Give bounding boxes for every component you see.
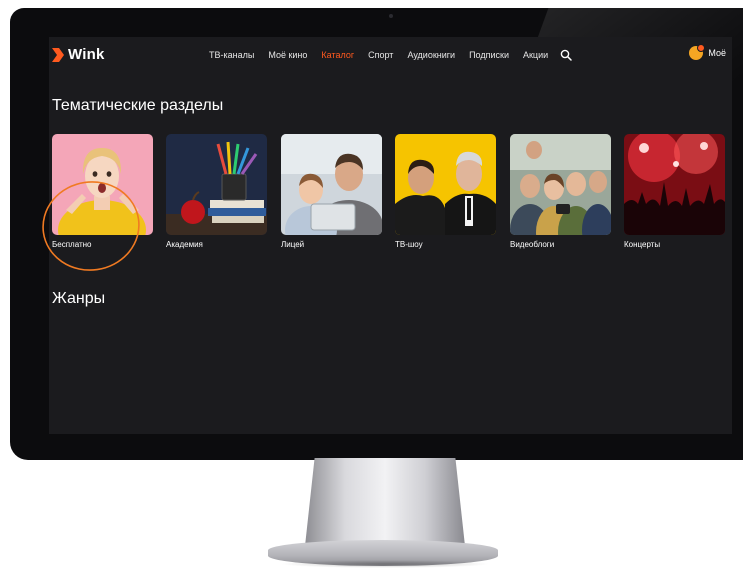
nav-item-catalog[interactable]: Каталог <box>321 50 354 60</box>
card-videoblogs[interactable]: Видеоблоги <box>510 134 611 249</box>
card-lyceum-label: Лицей <box>281 240 305 249</box>
wink-logo[interactable]: Wink <box>52 46 105 63</box>
monitor-scene: Wink ТВ-каналы Моё кино Каталог Спорт Ау… <box>0 0 743 570</box>
monitor-stand-neck <box>305 458 465 546</box>
main-nav: ТВ-каналы Моё кино Каталог Спорт Аудиокн… <box>209 49 572 61</box>
card-academy-label: Академия <box>166 240 203 249</box>
card-academy[interactable]: Академия <box>166 134 267 249</box>
search-icon[interactable] <box>560 49 572 61</box>
card-free[interactable]: Бесплатно <box>52 134 153 249</box>
card-tv-show-label: ТВ-шоу <box>395 240 423 249</box>
logo-text: Wink <box>68 46 105 63</box>
card-lyceum-thumbnail <box>281 134 382 235</box>
nav-item-my-movies[interactable]: Моё кино <box>268 50 307 60</box>
card-videoblogs-label: Видеоблоги <box>510 240 555 249</box>
nav-item-audiobooks[interactable]: Аудиокниги <box>407 50 455 60</box>
avatar <box>689 44 706 60</box>
wink-app-screen: Wink ТВ-каналы Моё кино Каталог Спорт Ау… <box>49 37 732 434</box>
card-concerts-label: Концерты <box>624 240 661 249</box>
wink-logo-icon <box>52 47 64 62</box>
card-concerts[interactable]: Концерты <box>624 134 725 249</box>
genres-title: Жанры <box>52 290 106 307</box>
card-tv-show[interactable]: ТВ-шоу <box>395 134 496 249</box>
thematic-sections-title: Тематические разделы <box>52 97 224 114</box>
card-videoblogs-thumbnail <box>510 134 611 235</box>
monitor-bezel: Wink ТВ-каналы Моё кино Каталог Спорт Ау… <box>10 8 743 460</box>
nav-item-promotions[interactable]: Акции <box>523 50 548 60</box>
top-header: Wink ТВ-каналы Моё кино Каталог Спорт Ау… <box>49 37 732 71</box>
card-tv-show-thumbnail <box>395 134 496 235</box>
profile-label: Моё <box>708 48 726 58</box>
profile-menu[interactable]: Моё <box>689 44 726 60</box>
card-academy-thumbnail <box>166 134 267 235</box>
nav-item-tv-channels[interactable]: ТВ-каналы <box>209 50 254 60</box>
card-free-label: Бесплатно <box>52 240 92 249</box>
nav-item-sport[interactable]: Спорт <box>368 50 393 60</box>
card-free-thumbnail <box>52 134 153 235</box>
webcam <box>389 14 393 18</box>
nav-item-subscriptions[interactable]: Подписки <box>469 50 509 60</box>
thematic-cards-row: Бесплатно Академия Лицей ТВ-шоу Видеобло… <box>52 134 732 254</box>
card-lyceum[interactable]: Лицей <box>281 134 382 249</box>
card-concerts-thumbnail <box>624 134 725 235</box>
